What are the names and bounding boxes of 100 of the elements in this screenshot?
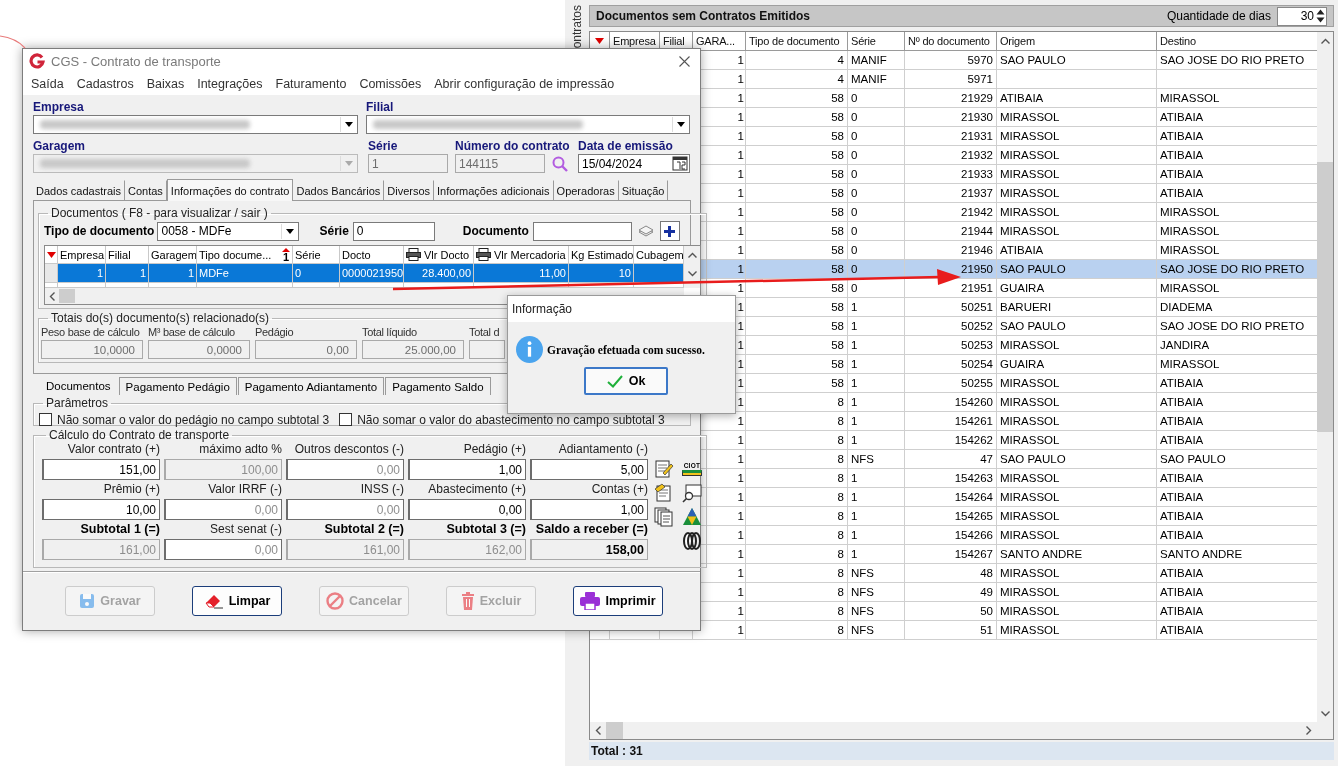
triangle-logo-icon [682, 507, 702, 527]
screen-search-icon [682, 483, 702, 503]
table-cell: 21932 [905, 146, 997, 165]
scroll-up-icon [687, 252, 697, 258]
field-label: Adiantamento (-) [557, 442, 648, 457]
table-cell: 1 [848, 545, 905, 564]
tab[interactable]: Contas [125, 180, 167, 200]
table-cell: 8 [746, 469, 848, 488]
dropdown[interactable]: 0058 - MDFe [157, 221, 300, 241]
tab[interactable]: Pagamento Adiantamento [237, 377, 385, 395]
table-cell: ATIBAIA [997, 89, 1157, 108]
tab[interactable]: Informações adicionais [434, 180, 554, 200]
menu-item[interactable]: Cadastros [76, 77, 134, 91]
field-label: Peso base de cálculo [41, 325, 140, 339]
horizontal-scrollbar[interactable] [590, 722, 1317, 739]
ok-button[interactable]: Ok [584, 367, 668, 395]
table-cell: 8 [746, 602, 848, 621]
menu-item[interactable]: Comissões [359, 77, 422, 91]
value-field[interactable]: 151,00 [42, 459, 160, 480]
days-label: Quantidade de dias [1166, 9, 1271, 23]
checkbox[interactable] [39, 413, 52, 426]
tab[interactable]: Pagamento Saldo [385, 377, 491, 395]
table-cell: 0 [848, 146, 905, 165]
field-label: Pedágio (+) [462, 442, 526, 457]
value-field[interactable]: 5,00 [530, 459, 648, 480]
button[interactable]: Limpar [192, 586, 282, 616]
table-cell: 58 [746, 222, 848, 241]
tab[interactable]: Dados cadastrais [33, 180, 125, 200]
serie-field[interactable]: 1 [368, 154, 448, 173]
table-cell: 50255 [905, 374, 997, 393]
tab[interactable]: Diversos [384, 180, 435, 200]
dropdown[interactable] [366, 115, 690, 134]
scrollbar-thumb[interactable] [606, 722, 623, 739]
value-field: 158,00 [530, 539, 648, 560]
menu-item[interactable]: Faturamento [275, 77, 347, 91]
table-cell: GUAIRA [997, 355, 1157, 374]
field-label: Prêmio (+) [102, 482, 160, 497]
menu-item[interactable]: Abrir configuração de impressão [434, 77, 615, 91]
vertical-scrollbar[interactable] [1317, 32, 1333, 722]
dialog-title: Informação [512, 302, 573, 316]
table-cell: 8 [746, 431, 848, 450]
field-label: Subtotal 2 (=) [323, 522, 404, 537]
value-field[interactable]: 0,00 [286, 459, 404, 480]
scrollbar-thumb[interactable] [59, 289, 75, 303]
scroll-right-icon [1306, 726, 1312, 735]
dropdown[interactable] [33, 115, 358, 134]
scrollbar-thumb[interactable] [1317, 162, 1333, 432]
value-field[interactable]: 1,00 [530, 499, 648, 520]
table-cell: SAO PAULO [997, 450, 1157, 469]
scroll-left-icon [49, 291, 55, 301]
menu-item[interactable]: Integrações [197, 77, 263, 91]
table-cell: MANIF [848, 70, 905, 89]
date-field[interactable]: 15/04/2024 [578, 154, 690, 173]
table-cell: MIRASSOL [997, 621, 1157, 640]
menu-item[interactable]: Saída [31, 77, 64, 91]
table-cell: MIRASSOL [997, 393, 1157, 412]
table-cell: NFS [848, 583, 905, 602]
scroll-left-icon [595, 726, 601, 735]
tab[interactable]: Operadoras [553, 180, 619, 200]
contract-number-field[interactable]: 144115 [455, 154, 545, 173]
table-cell: 21933 [905, 165, 997, 184]
table-cell: MIRASSOL [997, 146, 1157, 165]
tab[interactable]: Pagamento Pedágio [118, 377, 237, 395]
tab[interactable]: Informações do contrato [166, 179, 294, 201]
table-cell: MIRASSOL [997, 108, 1157, 127]
table-cell: 8 [746, 488, 848, 507]
column-header[interactable]: Série [848, 32, 905, 51]
field-label: Filial [366, 100, 395, 115]
tab[interactable]: Dados Bancários [293, 180, 385, 200]
column-header[interactable]: Tipo de documento [746, 32, 848, 51]
value-field[interactable]: 0,00 [164, 499, 282, 520]
column-header[interactable]: Origem [997, 32, 1157, 51]
total-field: 25.000,00 [362, 340, 464, 359]
value-field[interactable]: 1,00 [408, 459, 526, 480]
document-edit-icon [654, 459, 674, 479]
document-field[interactable] [532, 221, 632, 241]
add-button[interactable] [659, 221, 680, 241]
table-cell: 58 [746, 279, 848, 298]
table-cell: 4 [746, 51, 848, 70]
value-field[interactable]: 0,00 [408, 499, 526, 520]
table-cell: MIRASSOL [997, 602, 1157, 621]
table-cell: 1 [149, 264, 197, 283]
table-cell: MIRASSOL [997, 583, 1157, 602]
side-tab-label[interactable]: ontratos [569, 4, 584, 48]
checkbox[interactable] [339, 413, 353, 426]
column-header[interactable]: Nº do documento [905, 32, 997, 51]
value-field[interactable]: 10,00 [42, 499, 160, 520]
value-field[interactable]: 0,00 [286, 499, 404, 520]
field-label: Garagem [33, 139, 87, 154]
tab[interactable]: Situação [618, 180, 669, 200]
total-count: Total : 31 [591, 744, 643, 758]
serie-field[interactable]: 0 [352, 221, 435, 241]
table-cell: SAO PAULO [997, 317, 1157, 336]
value-field[interactable]: 0,00 [164, 539, 282, 560]
days-spinner[interactable]: 30 [1277, 6, 1327, 26]
button[interactable]: Imprimir [573, 586, 663, 616]
table-cell: GUAIRA [997, 279, 1157, 298]
field-label: Total líquido [362, 325, 417, 339]
menu-item[interactable]: Baixas [146, 77, 185, 91]
table-cell: 1 [848, 526, 905, 545]
